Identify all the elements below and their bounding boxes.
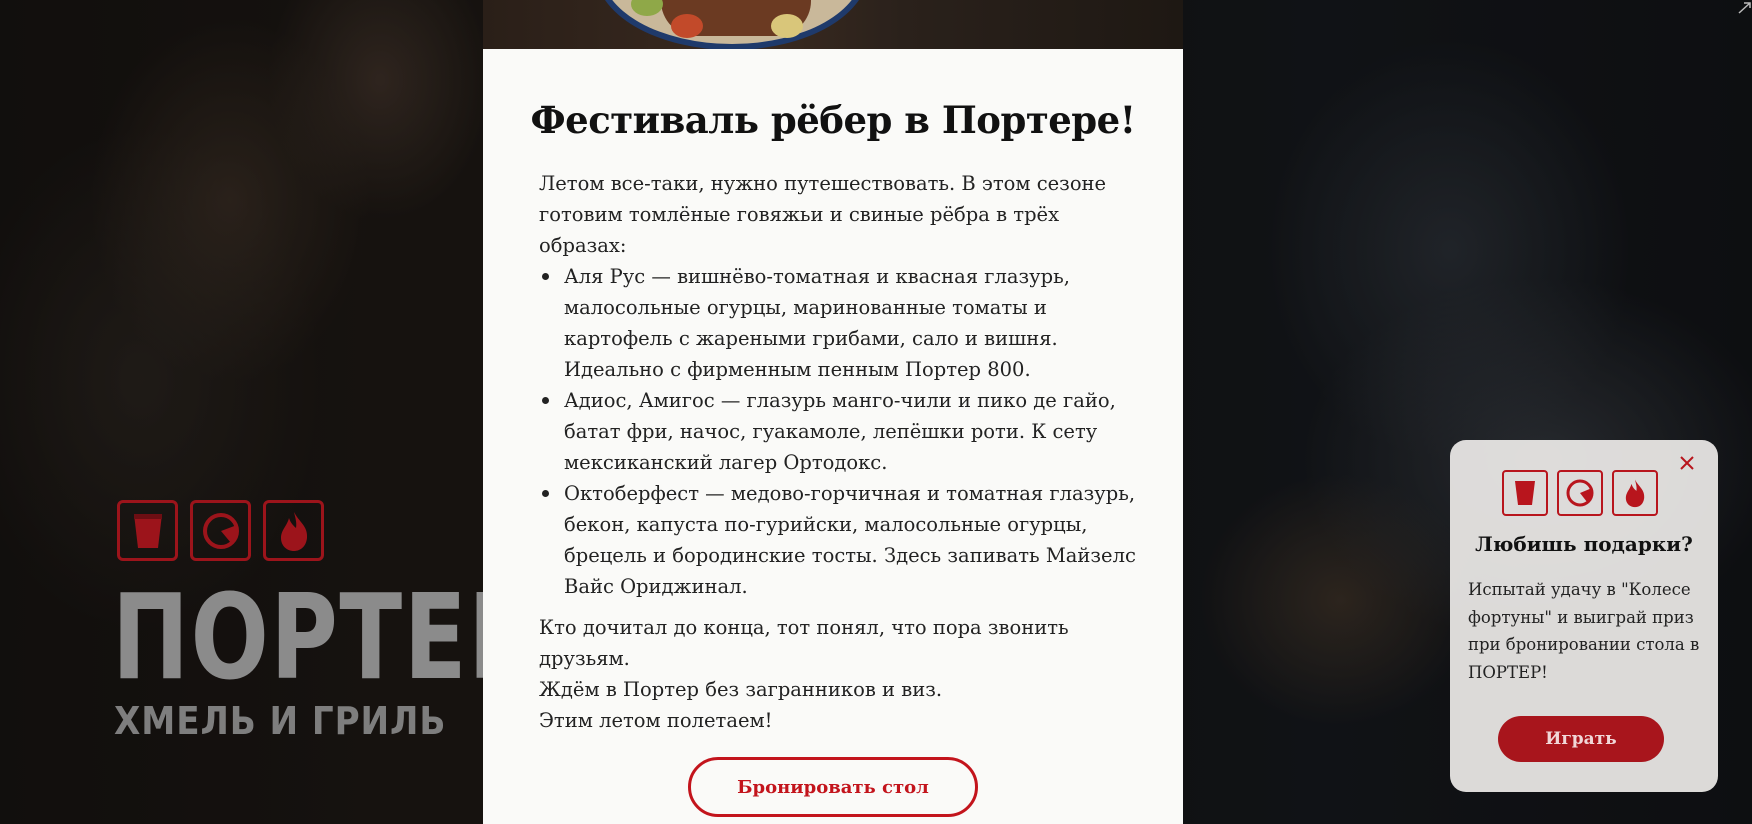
brand-name: ПОРТЕР	[112, 568, 538, 706]
brand-icons	[117, 500, 324, 561]
closing-line: Кто дочитал до конца, тот понял, что пор…	[539, 616, 1069, 670]
ribs-list: Аля Рус — вишнёво-томатная и квасная гла…	[539, 261, 1139, 602]
modal-body: Летом все-таки, нужно путешествовать. В …	[539, 168, 1139, 736]
gift-title: Любишь подарки?	[1475, 532, 1693, 556]
flame-icon	[263, 500, 324, 561]
flame-icon	[1612, 470, 1658, 516]
grill-meter-icon	[190, 500, 251, 561]
play-button[interactable]: Играть	[1498, 716, 1664, 762]
gift-text: Испытай удачу в "Колесе фортуны" и выигр…	[1468, 580, 1700, 682]
closing-line: Ждём в Портер без загранников и виз.	[539, 678, 943, 701]
gift-icons	[1502, 470, 1658, 516]
book-table-button[interactable]: Бронировать стол	[688, 757, 978, 817]
plate-image	[595, 0, 869, 49]
modal-title: Фестиваль рёбер в Портере!	[530, 98, 1136, 142]
gift-popup: Любишь подарки? Испытай удачу в "Колесе …	[1450, 440, 1718, 792]
close-icon[interactable]	[1678, 454, 1696, 472]
list-item: Аля Рус — вишнёво-томатная и квасная гла…	[539, 261, 1139, 385]
glass-icon	[117, 500, 178, 561]
glass-icon	[1502, 470, 1548, 516]
grill-meter-icon	[1557, 470, 1603, 516]
list-item: Адиос, Амигос — глазурь манго-чили и пик…	[539, 385, 1139, 478]
festival-modal: Фестиваль рёбер в Портере! Летом все-так…	[483, 0, 1183, 824]
closing-text: Кто дочитал до конца, тот понял, что пор…	[539, 612, 1139, 736]
intro-text: Летом все-таки, нужно путешествовать. В …	[539, 172, 1107, 257]
dish-photo	[483, 0, 1183, 49]
corner-close-icon[interactable]	[1736, 0, 1752, 14]
closing-line: Этим летом полетаем!	[539, 709, 773, 732]
list-item: Октоберфест — медово-горчичная и томатна…	[539, 478, 1139, 602]
brand-tagline: ХМЕЛЬ И ГРИЛЬ	[114, 699, 447, 743]
